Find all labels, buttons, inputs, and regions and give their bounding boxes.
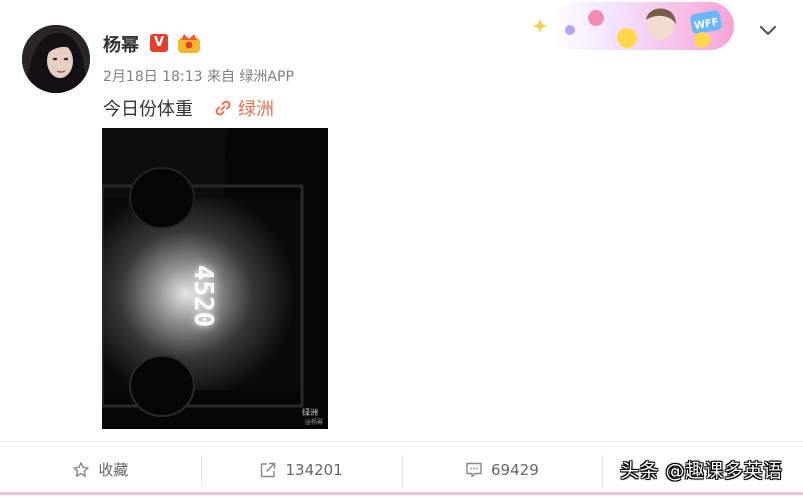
member-banner[interactable]: WFF [530,2,734,50]
bottom-divider [0,492,803,495]
avatar[interactable] [22,25,90,93]
comment-count: 69429 [491,460,539,479]
site-watermark: 头条 @趣课多英语 [620,460,783,482]
post-date[interactable]: 2月18日 18:13 [103,69,203,85]
username[interactable]: 杨幂 [103,31,139,57]
chevron-down-icon[interactable] [756,18,780,42]
source-prefix: 来自 [206,69,235,85]
post-text: 今日份体重 [103,99,193,120]
comment-button[interactable]: 69429 [401,442,603,497]
favorite-button[interactable]: 收藏 [0,442,201,497]
star-icon [73,461,90,477]
comment-icon [466,462,482,477]
favorite-label: 收藏 [98,461,129,479]
post-source[interactable]: 绿洲APP [239,69,293,85]
image-watermark-user: @杨幂 [305,418,323,426]
link-icon [215,100,231,116]
link-label: 绿洲 [238,99,274,120]
avatar-image [22,25,90,93]
post-meta: 2月18日 18:13 来自 绿洲APP [103,66,294,86]
verified-v-icon: V [150,34,168,52]
crown-icon[interactable] [176,31,202,55]
post-image[interactable]: 4520 绿洲 @杨幂 [102,128,328,429]
oasis-link[interactable]: 绿洲 [214,95,274,121]
scale-photo: 4520 绿洲 @杨幂 [102,128,328,429]
repost-button[interactable]: 134201 [200,442,402,497]
share-icon [261,462,276,477]
weibo-post-card: 杨幂 V 2月18日 18:13 来自 绿洲APP 今日份体重 绿洲 4520 … [0,0,803,497]
repost-count: 134201 [285,460,343,479]
image-watermark-app: 绿洲 [302,408,318,417]
scale-reading: 4520 [188,265,218,328]
